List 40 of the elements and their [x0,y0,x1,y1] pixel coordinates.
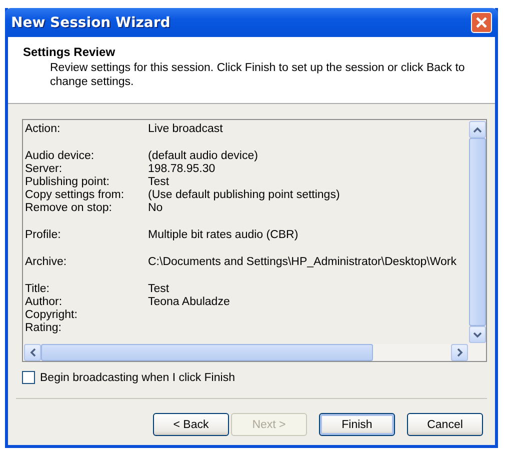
setting-label: Publishing point: [25,176,110,189]
setting-value: Teona Abuladze [148,296,230,309]
horizontal-scrollbar[interactable] [23,344,486,361]
page-heading: Settings Review [23,45,116,59]
setting-value: (Use default publishing point settings) [148,189,340,202]
setting-value: Test [148,176,170,189]
setting-label: Audio device: [25,150,96,163]
setting-label: Title: [25,283,50,296]
setting-value: Live broadcast [148,123,223,136]
setting-label: Copyright: [25,309,78,322]
vertical-scrollbar[interactable] [469,120,486,344]
scroll-right-button[interactable] [451,344,468,361]
scroll-thumb[interactable] [469,138,486,326]
setting-label: Action: [25,123,62,136]
setting-label: Author: [25,296,64,309]
setting-label: Server: [25,163,64,176]
setting-value: 198.78.95.30 [148,163,216,176]
setting-value: C:\Documents and Settings\HP_Administrator\Desktop\Work [148,256,456,269]
page-description: Review settings for this session. Click Finish to set up the session or click Back to change settings. [50,61,466,89]
setting-label: Profile: [25,229,62,242]
setting-label: Remove on stop: [25,202,113,215]
wizard-button[interactable]: < Back [153,413,229,436]
checkbox[interactable] [22,371,35,384]
scroll-thumb[interactable] [41,344,373,361]
setting-label: Copy settings from: [25,189,126,202]
wizard-button[interactable]: Finish [319,413,395,436]
setting-value: Test [148,283,170,296]
close-icon [475,16,488,29]
setting-label: Archive: [25,256,68,269]
scroll-up-button[interactable] [469,121,486,138]
window-title: New Session Wizard [11,14,170,30]
checkbox-label[interactable]: Begin broadcasting when I click Finish [40,372,235,384]
setting-value: (default audio device) [148,150,258,163]
setting-value: No [148,202,163,215]
scroll-down-button[interactable] [469,326,486,343]
close-button[interactable] [471,12,492,33]
setting-label: Rating: [25,322,62,335]
scroll-left-button[interactable] [24,344,41,361]
setting-value: Multiple bit rates audio (CBR) [148,229,298,242]
wizard-button[interactable]: Cancel [407,413,483,436]
